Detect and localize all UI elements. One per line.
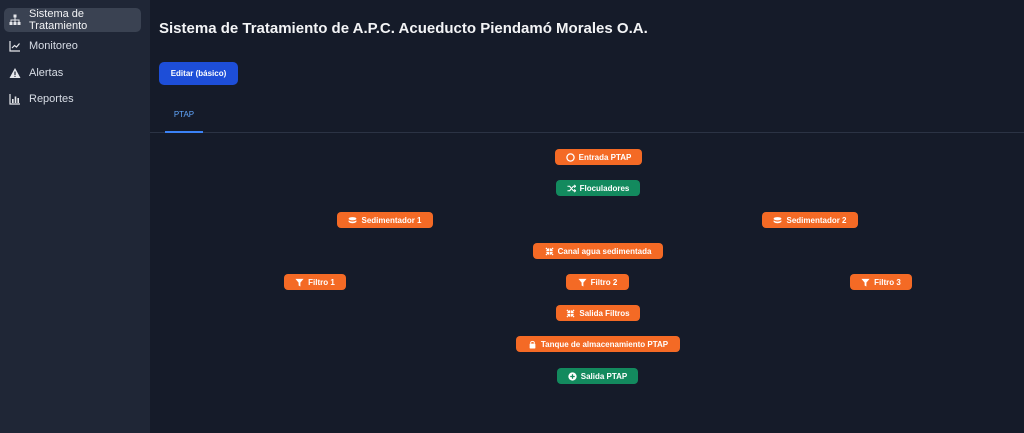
node-sedimentador-2[interactable]: Sedimentador 2	[762, 212, 858, 228]
layers-icon	[349, 216, 357, 223]
layers-icon	[774, 216, 782, 223]
line-chart-icon	[9, 40, 21, 52]
filter-icon	[295, 278, 304, 287]
node-canal-agua-sedimentada[interactable]: Canal agua sedimentada	[533, 243, 663, 259]
sidebar-item-label: Reportes	[29, 93, 74, 105]
tab-bar: PTAP	[150, 104, 1024, 133]
filter-icon	[578, 278, 587, 287]
tank-icon	[529, 340, 536, 349]
node-filtro-1[interactable]: Filtro 1	[284, 274, 346, 290]
shuffle-icon	[567, 184, 576, 192]
node-floculadores[interactable]: Floculadores	[556, 180, 640, 196]
edit-basic-button[interactable]: Editar (básico)	[159, 62, 238, 85]
sitemap-icon	[9, 14, 21, 26]
sidebar-item-monitoreo[interactable]: Monitoreo	[4, 34, 141, 58]
warning-icon	[9, 67, 21, 79]
node-sedimentador-1[interactable]: Sedimentador 1	[337, 212, 433, 228]
node-label: Entrada PTAP	[578, 152, 632, 162]
compress-icon	[545, 246, 554, 256]
sidebar-item-reportes[interactable]: Reportes	[4, 87, 141, 111]
node-salida-filtros[interactable]: Salida Filtros	[556, 305, 640, 321]
node-label: Filtro 2	[590, 277, 618, 287]
node-label: Floculadores	[579, 183, 630, 193]
sidebar-item-label: Sistema de Tratamiento	[29, 8, 88, 32]
node-salida-ptap[interactable]: Salida PTAP	[557, 368, 638, 384]
sidebar-item-sistema[interactable]: Sistema de Tratamiento	[4, 8, 141, 32]
node-label: Filtro 3	[874, 277, 901, 287]
node-filtro-2[interactable]: Filtro 2	[566, 274, 629, 290]
node-label: Salida Filtros	[579, 308, 630, 318]
sidebar-item-alertas[interactable]: Alertas	[4, 61, 141, 85]
sidebar-item-label: Alertas	[29, 67, 64, 79]
node-label: Salida PTAP	[580, 371, 628, 381]
sidebar-item-label: Monitoreo	[29, 40, 78, 52]
node-tanque-almacenamiento[interactable]: Tanque de almacenamiento PTAP	[516, 336, 680, 352]
plus-circle-icon	[568, 371, 577, 381]
node-filtro-3[interactable]: Filtro 3	[850, 274, 912, 290]
bar-chart-icon	[9, 93, 21, 105]
compress-icon	[566, 308, 575, 318]
node-label: Sedimentador 2	[786, 215, 847, 225]
node-entrada-ptap[interactable]: Entrada PTAP	[555, 149, 642, 165]
node-label: Canal agua sedimentada	[557, 246, 652, 256]
filter-icon	[861, 278, 870, 287]
circle-icon	[565, 152, 575, 162]
sidebar: Sistema de Tratamiento Monitoreo Alertas…	[0, 0, 150, 433]
node-label: Sedimentador 1	[361, 215, 422, 225]
node-label: Tanque de almacenamiento PTAP	[540, 339, 669, 349]
page-title: Sistema de Tratamiento de A.P.C. Acueduc…	[159, 20, 648, 37]
tab-ptap[interactable]: PTAP	[165, 104, 203, 133]
node-label: Filtro 1	[308, 277, 335, 287]
